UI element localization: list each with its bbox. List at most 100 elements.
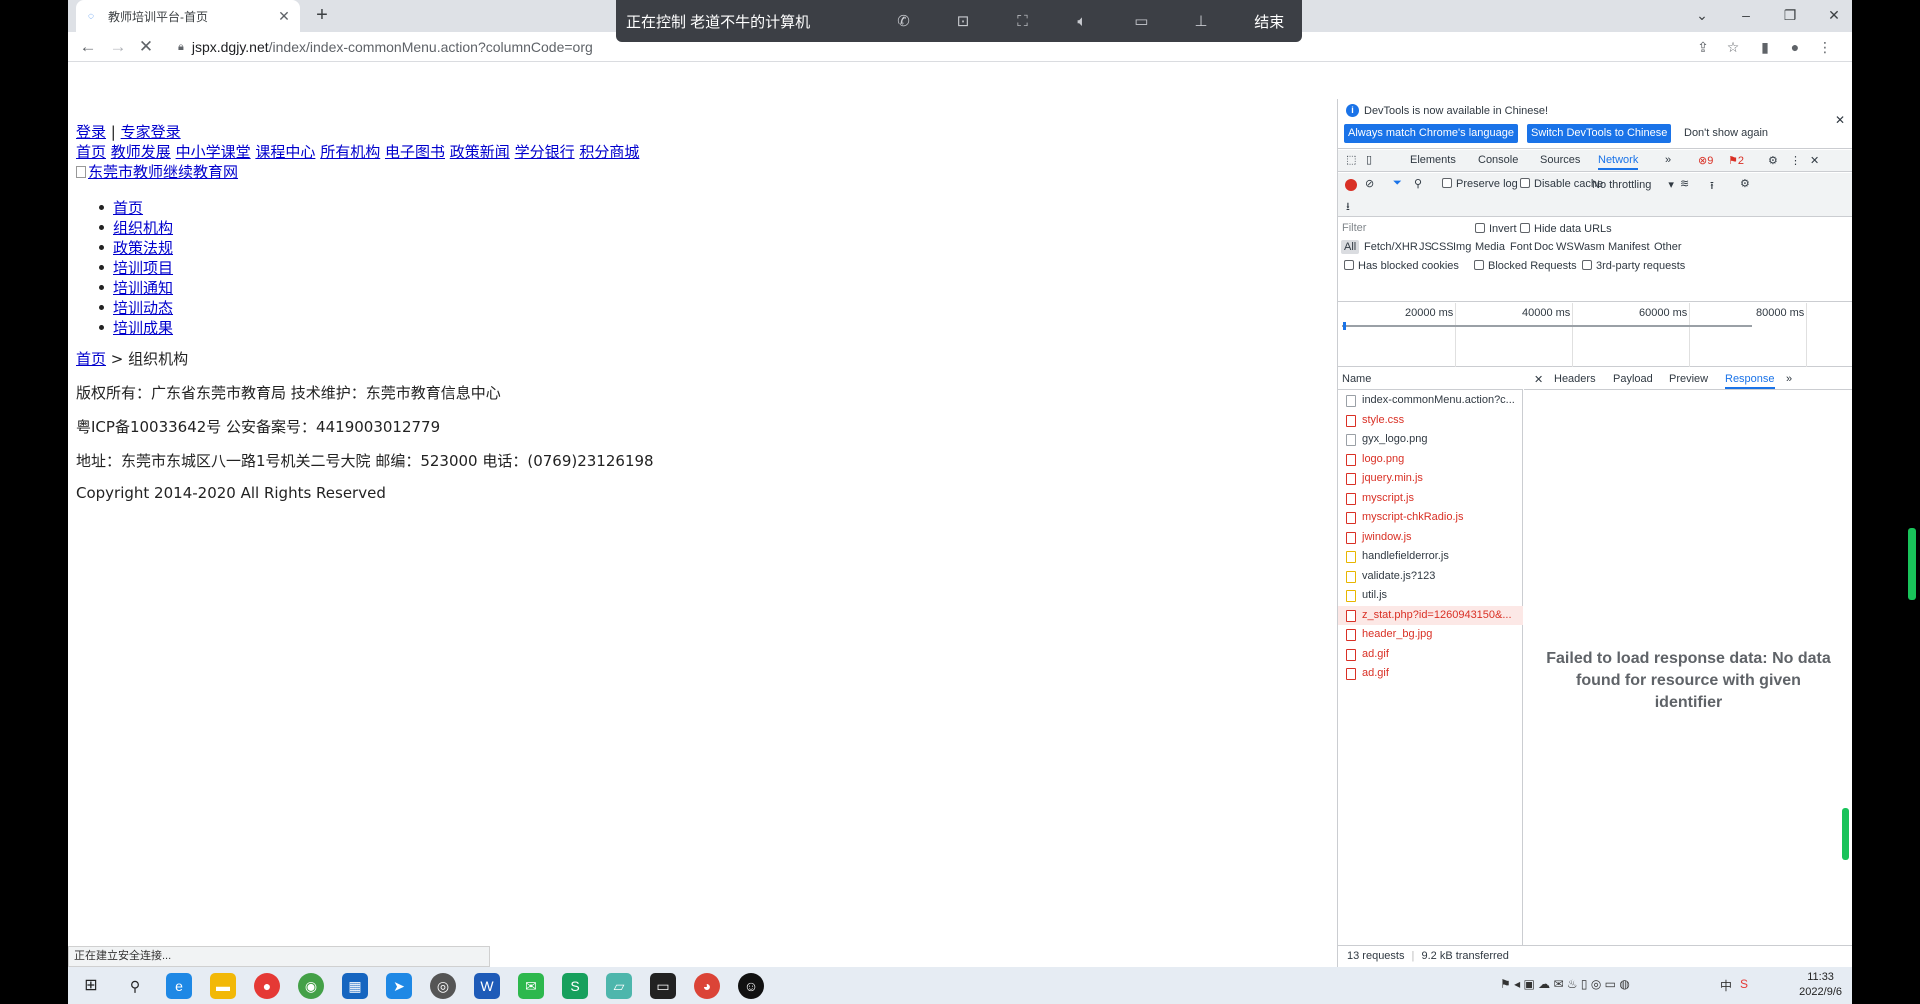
request-row[interactable]: myscript.js (1338, 489, 1523, 508)
nav-link-ebooks[interactable]: 电子图书 (385, 143, 445, 161)
devtools-close-icon[interactable]: ✕ (1810, 154, 1819, 167)
wechat-icon[interactable]: ✉ (518, 973, 544, 999)
issue-badge[interactable]: ⚑2 (1728, 154, 1744, 167)
file-explorer-icon[interactable]: ▬ (210, 973, 236, 999)
detail-close-icon[interactable]: ✕ (1534, 373, 1543, 386)
browser-360-icon[interactable]: ● (254, 973, 280, 999)
infobar-close-icon[interactable]: ✕ (1835, 113, 1845, 127)
request-row[interactable]: handlefielderror.js (1338, 547, 1523, 566)
app-media-icon[interactable]: ◎ (430, 973, 456, 999)
expert-login-link[interactable]: 专家登录 (121, 123, 181, 141)
nav-link-courses[interactable]: 课程中心 (255, 143, 315, 161)
ratio-1-1-icon[interactable]: ⊡ (933, 12, 992, 30)
stop-icon[interactable]: ✕ (134, 35, 158, 59)
request-row[interactable]: util.js (1338, 586, 1523, 605)
invert-checkbox[interactable]: Invert (1475, 223, 1517, 235)
more-tabs-icon[interactable]: » (1665, 154, 1671, 166)
bookmark-star-icon[interactable]: ☆ (1722, 36, 1744, 58)
network-timeline[interactable]: 20000 ms 40000 ms 60000 ms 80000 ms (1338, 303, 1852, 367)
profile-avatar-icon[interactable]: ● (1784, 36, 1806, 58)
switch-language-button[interactable]: Switch DevTools to Chinese (1527, 124, 1672, 143)
menu-item-policy[interactable]: 政策法规 (113, 239, 173, 257)
network-conditions-icon[interactable]: ≋ (1680, 177, 1689, 190)
tab-active[interactable]: ◌ 教师培训平台-首页 ✕ (76, 0, 300, 32)
request-row[interactable]: logo.png (1338, 450, 1523, 469)
disable-cache-checkbox[interactable]: Disable cache (1520, 178, 1603, 190)
record-icon[interactable] (1345, 179, 1357, 191)
volume-icon[interactable]: 🔈︎ (1052, 13, 1111, 30)
type-filter-fetch[interactable]: Fetch/XHR (1364, 241, 1418, 253)
preserve-log-checkbox[interactable]: Preserve log (1442, 178, 1518, 190)
side-panel-icon[interactable]: ▮ (1754, 36, 1776, 58)
menu-item-news[interactable]: 培训动态 (113, 299, 173, 317)
breadcrumb-home[interactable]: 首页 (76, 350, 106, 368)
settings-gear-icon[interactable]: ⚙ (1768, 154, 1778, 167)
request-row[interactable]: header_bg.jpg (1338, 625, 1523, 644)
close-tab-icon[interactable]: ✕ (276, 8, 292, 25)
phone-icon[interactable]: ✆ (874, 12, 933, 30)
request-row[interactable]: validate.js?123 (1338, 567, 1523, 586)
menu-item-projects[interactable]: 培训项目 (113, 259, 173, 277)
more-detail-tabs-icon[interactable]: » (1786, 373, 1792, 385)
app-notes-icon[interactable]: ▱ (606, 973, 632, 999)
tab-elements[interactable]: Elements (1410, 154, 1456, 166)
window-close-icon[interactable]: ✕ (1812, 2, 1852, 28)
minimize-icon[interactable]: – (1724, 2, 1768, 28)
login-link[interactable]: 登录 (76, 123, 106, 141)
word-icon[interactable]: W (474, 973, 500, 999)
filter-icon[interactable]: ⏷ (1393, 177, 1402, 190)
tab-network[interactable]: Network (1598, 154, 1639, 170)
detail-tab-payload[interactable]: Payload (1613, 373, 1653, 385)
menu-item-results[interactable]: 培训成果 (113, 319, 173, 337)
detail-tab-response[interactable]: Response (1725, 373, 1775, 389)
type-filter-other[interactable]: Other (1654, 241, 1682, 253)
export-har-icon[interactable]: ⭳ (1346, 198, 1350, 217)
request-row[interactable]: jwindow.js (1338, 528, 1523, 547)
end-control-button[interactable]: 结束 (1237, 11, 1302, 32)
search-icon[interactable]: ⚲ (1414, 177, 1422, 190)
broken-logo-image[interactable]: 东莞市教师继续教育网 (76, 163, 238, 181)
request-row[interactable]: index-commonMenu.action?c... (1338, 391, 1523, 410)
type-filter-doc[interactable]: Doc (1534, 241, 1554, 253)
new-tab-button[interactable]: + (310, 4, 334, 28)
tab-search-icon[interactable]: ⌄ (1680, 2, 1724, 28)
request-row[interactable]: style.css (1338, 411, 1523, 430)
chrome-icon[interactable]: ◕ (694, 973, 720, 999)
nav-link-classroom[interactable]: 中小学课堂 (176, 143, 251, 161)
edge-icon[interactable]: e (166, 973, 192, 999)
forward-icon[interactable]: → (106, 35, 130, 59)
blocked-cookies-checkbox[interactable]: Has blocked cookies (1344, 260, 1459, 272)
detail-tab-headers[interactable]: Headers (1554, 373, 1596, 385)
dont-show-button[interactable]: Don't show again (1680, 124, 1772, 143)
app-green-icon[interactable]: ◉ (298, 973, 324, 999)
menu-item-notices[interactable]: 培训通知 (113, 279, 173, 297)
qq-icon[interactable]: ☺ (738, 973, 764, 999)
app-blue-icon[interactable]: ▦ (342, 973, 368, 999)
third-party-checkbox[interactable]: 3rd-party requests (1582, 260, 1685, 272)
menu-item-organization[interactable]: 组织机构 (113, 219, 173, 237)
tab-console[interactable]: Console (1478, 154, 1518, 166)
inspect-icon[interactable]: ⬚ (1346, 153, 1356, 166)
network-settings-icon[interactable]: ⚙ (1740, 177, 1750, 190)
request-row[interactable]: ad.gif (1338, 645, 1523, 664)
type-filter-js[interactable]: JS (1419, 241, 1432, 253)
menu-item-home[interactable]: 首页 (113, 199, 143, 217)
import-har-icon[interactable]: ⭱ (1710, 177, 1714, 196)
clear-icon[interactable]: ⊘ (1365, 177, 1374, 190)
name-column-header[interactable]: Name (1338, 368, 1523, 390)
tab-sources[interactable]: Sources (1540, 154, 1580, 166)
tray-icons[interactable]: ⚑ ◂ ▣ ☁ ✉ ♨ ▯ ◎ ▭ ◍ (1500, 977, 1630, 991)
type-filter-wasm[interactable]: Wasm (1574, 241, 1605, 253)
terminal-icon[interactable]: ▭ (650, 973, 676, 999)
app-arrow-icon[interactable]: ➤ (386, 973, 412, 999)
clock[interactable]: 11:33 2022/9/6 (1799, 970, 1842, 1000)
search-icon[interactable]: ⚲ (122, 973, 148, 999)
error-badge[interactable]: ⊗9 (1698, 154, 1713, 167)
hd-icon[interactable]: ▭ (1112, 12, 1171, 30)
restore-icon[interactable]: ❐ (1768, 2, 1812, 28)
nav-link-policy-news[interactable]: 政策新闻 (450, 143, 510, 161)
pin-icon[interactable]: ⊥ (1171, 12, 1230, 30)
throttling-select[interactable]: No throttling ▾ (1592, 178, 1674, 191)
menu-kebab-icon[interactable]: ⋮ (1814, 36, 1836, 58)
sheets-icon[interactable]: S (562, 973, 588, 999)
